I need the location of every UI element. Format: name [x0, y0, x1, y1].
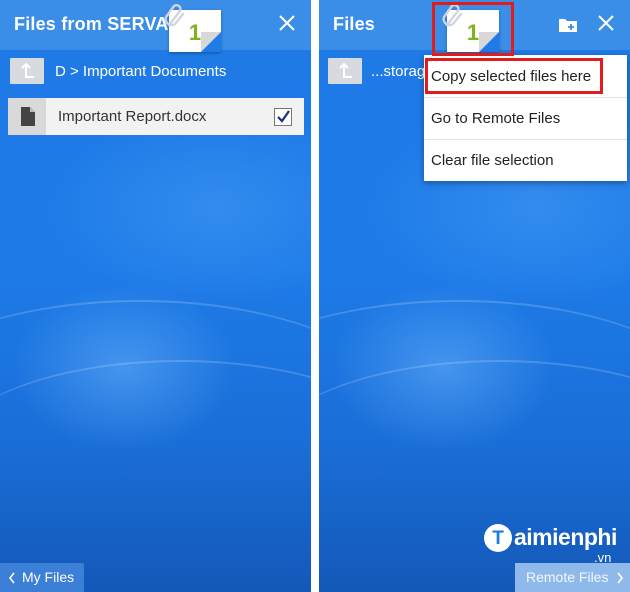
- document-icon: [21, 107, 35, 126]
- up-arrow-icon: [339, 62, 352, 78]
- chevron-left-icon: [8, 572, 15, 584]
- paperclip-icon: [164, 3, 185, 27]
- panel-title: Files: [333, 14, 376, 34]
- remote-files-button[interactable]: Remote Files: [515, 563, 630, 592]
- remote-files-label: Remote Files: [526, 569, 609, 585]
- panel-title: Files from SERVAL: [14, 14, 180, 34]
- highlight-box-copy-option: [425, 58, 603, 94]
- logo-tld: .vn: [594, 550, 612, 565]
- title-bar: Files from SERVAL: [0, 0, 311, 50]
- folder-add-icon[interactable]: [558, 17, 578, 33]
- menu-item-label: Go to Remote Files: [431, 110, 561, 127]
- background-wave: [0, 360, 311, 562]
- up-arrow-icon: [21, 62, 34, 78]
- file-list-item[interactable]: Important Report.docx: [8, 98, 304, 135]
- left-file-panel: Files from SERVAL 1 D > Important Docume…: [0, 0, 311, 592]
- logo-mark: T: [484, 524, 512, 552]
- file-icon-container: [8, 98, 46, 135]
- current-path: ...storag: [371, 63, 426, 80]
- close-icon[interactable]: [275, 11, 299, 35]
- my-files-button[interactable]: My Files: [0, 563, 84, 592]
- highlight-box-selection-counter: [432, 2, 514, 56]
- close-icon[interactable]: [594, 11, 618, 35]
- parent-folder-button[interactable]: [328, 58, 362, 84]
- my-files-label: My Files: [22, 569, 75, 585]
- menu-item-label: Clear file selection: [431, 152, 554, 169]
- chevron-right-icon: [617, 572, 624, 584]
- file-name: Important Report.docx: [58, 108, 207, 125]
- checkmark-icon: [277, 110, 290, 123]
- file-checkbox[interactable]: [274, 108, 292, 126]
- current-path: D > Important Documents: [55, 63, 227, 80]
- page-fold: [201, 32, 221, 52]
- logo-initial: T: [492, 528, 504, 549]
- parent-folder-button[interactable]: [10, 58, 44, 84]
- menu-item-clear-selection[interactable]: Clear file selection: [424, 139, 627, 181]
- menu-item-go-to-remote[interactable]: Go to Remote Files: [424, 97, 627, 139]
- logo-text: aimienphi: [514, 524, 617, 550]
